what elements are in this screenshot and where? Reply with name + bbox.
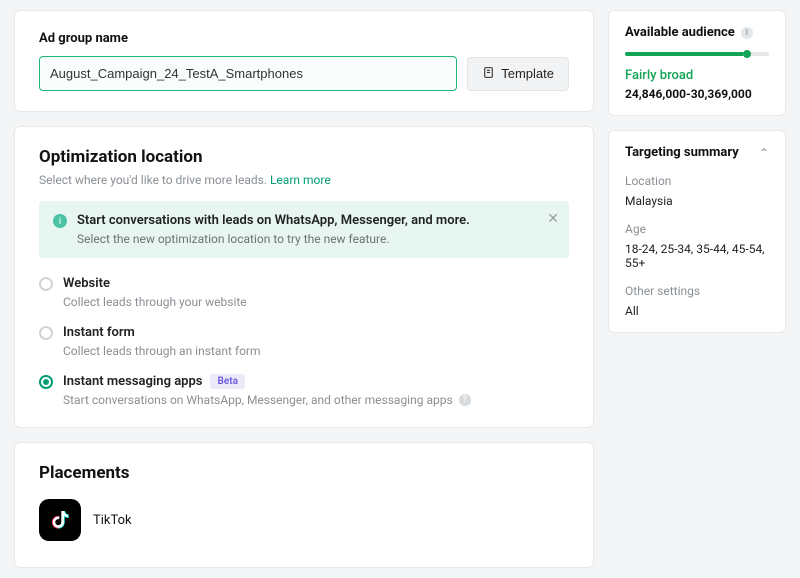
option-title: Instant messaging apps [63, 374, 202, 389]
option-website[interactable]: Website Collect leads through your websi… [39, 276, 569, 309]
template-button[interactable]: Template [467, 57, 569, 91]
ad-group-card: Ad group name Template [14, 10, 594, 112]
radio-icon [39, 326, 53, 340]
help-icon[interactable]: ? [459, 394, 471, 406]
notice-title: Start conversations with leads on WhatsA… [77, 213, 470, 228]
template-icon [482, 66, 495, 82]
option-title: Website [63, 276, 247, 291]
audience-status: Fairly broad [625, 68, 769, 83]
option-subtitle: Collect leads through your website [63, 295, 247, 309]
optimization-title: Optimization location [39, 147, 569, 167]
info-icon[interactable]: i [741, 27, 753, 39]
targeting-value: Malaysia [625, 194, 769, 208]
audience-count: 24,846,000-30,369,000 [625, 87, 769, 101]
targeting-label: Location [625, 174, 769, 188]
placement-name: TikTok [93, 513, 132, 528]
info-icon: i [53, 214, 67, 228]
notice-subtitle: Select the new optimization location to … [77, 232, 470, 246]
audience-card: Available audience i Fairly broad 24,846… [608, 10, 786, 116]
audience-title: Available audience [625, 25, 735, 40]
targeting-value: All [625, 304, 769, 318]
placements-title: Placements [39, 463, 569, 483]
tiktok-icon [39, 499, 81, 541]
learn-more-link[interactable]: Learn more [270, 173, 331, 187]
targeting-label: Other settings [625, 284, 769, 298]
collapse-icon[interactable]: ⌃ [759, 146, 769, 160]
option-subtitle: Start conversations on WhatsApp, Messeng… [63, 393, 453, 407]
feature-notice: i Start conversations with leads on What… [39, 201, 569, 258]
ad-group-label: Ad group name [39, 31, 569, 46]
radio-icon [39, 375, 53, 389]
ad-group-name-input[interactable] [39, 56, 457, 91]
option-messaging-apps[interactable]: Instant messaging apps Beta Start conver… [39, 374, 569, 407]
audience-gauge [625, 52, 769, 58]
targeting-value: 18-24, 25-34, 35-44, 45-54, 55+ [625, 242, 769, 270]
close-icon[interactable]: ✕ [547, 211, 559, 227]
optimization-card: Optimization location Select where you'd… [14, 126, 594, 428]
placements-card: Placements TikTok [14, 442, 594, 568]
targeting-label: Age [625, 222, 769, 236]
beta-badge: Beta [210, 374, 244, 389]
placement-item-tiktok[interactable]: TikTok [39, 499, 569, 541]
option-subtitle: Collect leads through an instant form [63, 344, 261, 358]
radio-icon [39, 277, 53, 291]
targeting-card: Targeting summary ⌃ Location Malaysia Ag… [608, 130, 786, 333]
option-instant-form[interactable]: Instant form Collect leads through an in… [39, 325, 569, 358]
optimization-subtitle: Select where you'd like to drive more le… [39, 173, 267, 187]
option-title: Instant form [63, 325, 261, 340]
targeting-title: Targeting summary [625, 145, 739, 160]
